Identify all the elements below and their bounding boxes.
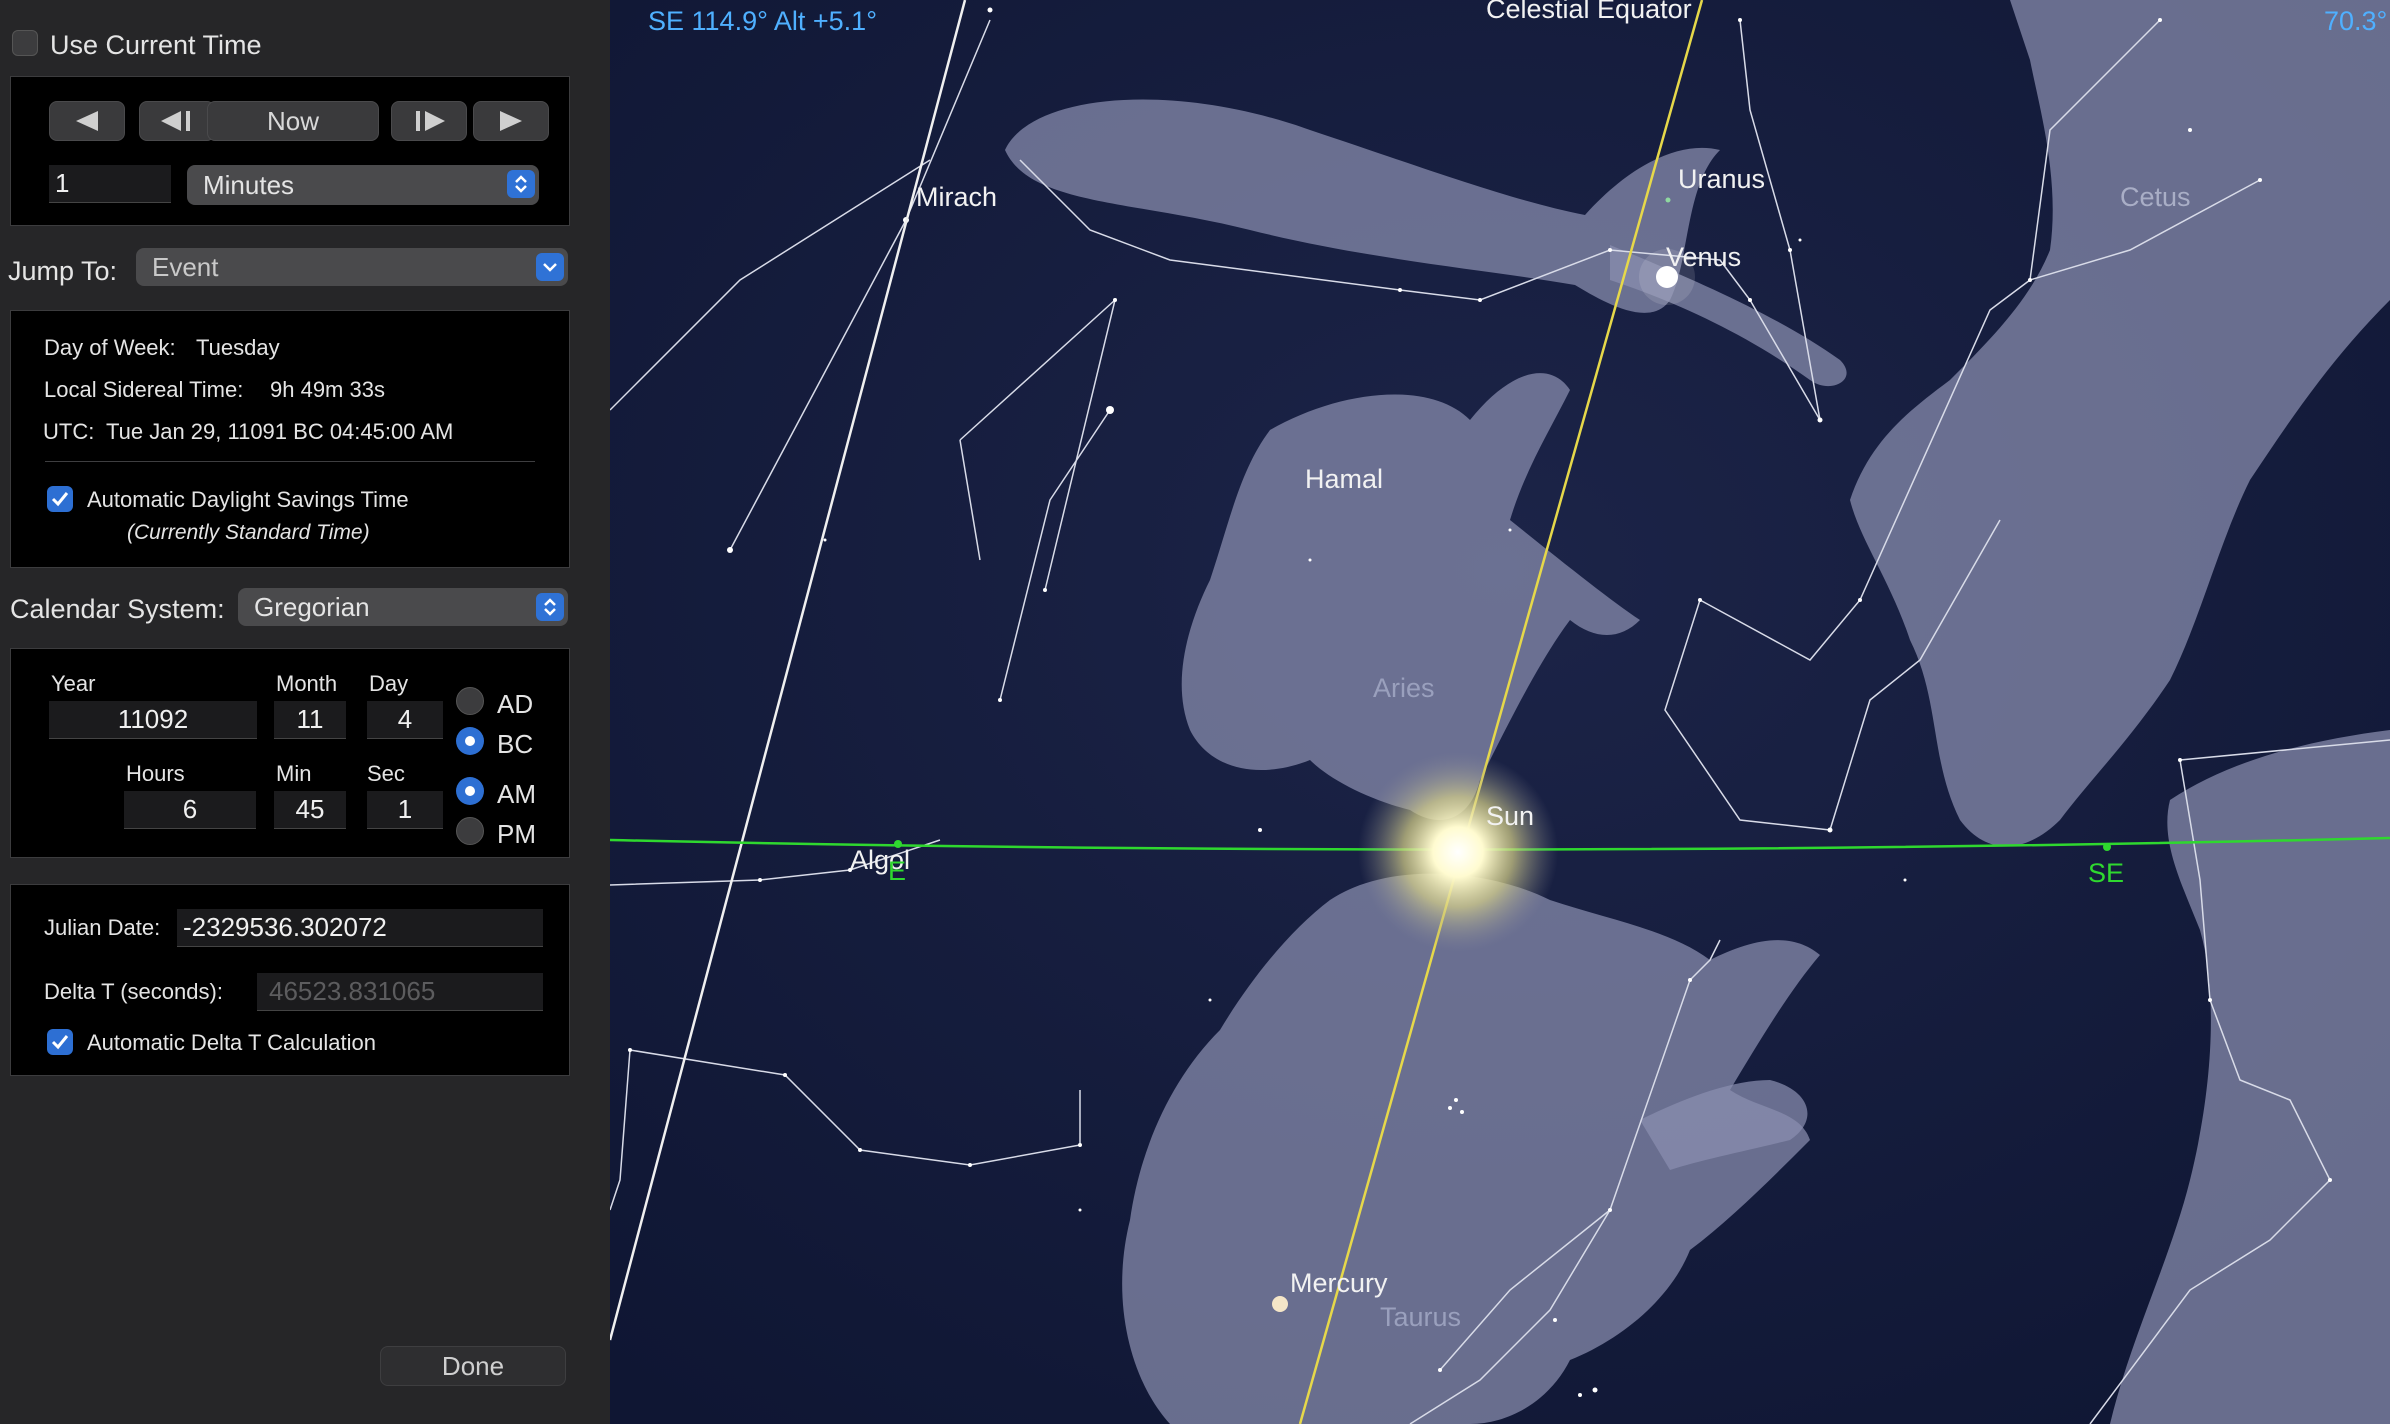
auto-dst-label: Automatic Daylight Savings Time [87, 487, 409, 512]
day-of-week-value: Tuesday [196, 335, 280, 360]
up-down-chevron-icon [536, 593, 564, 621]
southeast-label: SE [2088, 858, 2124, 888]
step-amount-input[interactable]: 1 [49, 165, 171, 203]
use-current-time-checkbox[interactable] [12, 30, 38, 56]
am-radio[interactable] [456, 777, 484, 805]
day-of-week-label: Day of Week: [44, 335, 176, 360]
sun-marker[interactable] [1358, 752, 1558, 952]
checkmark-icon [51, 1035, 69, 1050]
bc-radio[interactable] [456, 727, 484, 755]
time-flow-sidebar: Use Current Time Now 1 Minutes Jump To: … [0, 0, 610, 1424]
uranus-label: Uranus [1678, 164, 1765, 194]
up-down-chevron-icon [507, 170, 535, 198]
chevron-down-icon [536, 253, 564, 281]
step-forward-icon [416, 111, 445, 131]
use-current-time-label: Use Current Time [50, 30, 262, 60]
hours-label: Hours [126, 761, 185, 786]
sidereal-time-label: Local Sidereal Time: [44, 377, 244, 402]
dst-status-note: (Currently Standard Time) [127, 521, 370, 544]
bc-label: BC [497, 729, 534, 759]
hours-input[interactable]: 6 [124, 791, 256, 829]
sec-input[interactable]: 1 [367, 791, 443, 829]
calendar-system-label: Calendar System: [10, 594, 225, 624]
mercury-label: Mercury [1290, 1268, 1388, 1298]
step-unit-value: Minutes [203, 169, 295, 200]
day-label: Day [369, 671, 409, 696]
celestial-equator-label: Celestial Equator [1486, 0, 1692, 24]
divider [45, 461, 535, 462]
year-input[interactable]: 11092 [49, 701, 257, 739]
southeast-marker [2103, 843, 2111, 851]
mirach-label: Mirach [916, 182, 997, 212]
auto-delta-t-label: Automatic Delta T Calculation [87, 1030, 376, 1055]
auto-delta-t-checkbox[interactable] [47, 1029, 73, 1055]
hamal-label: Hamal [1305, 464, 1383, 494]
sun-label: Sun [1486, 801, 1534, 831]
sidereal-time-value: 9h 49m 33s [270, 377, 385, 402]
utc-value: Tue Jan 29, 11091 BC 04:45:00 AM [106, 419, 454, 444]
jump-to-value: Event [152, 251, 219, 282]
day-input[interactable]: 4 [367, 701, 443, 739]
done-button[interactable]: Done [380, 1346, 566, 1386]
mercury-marker[interactable] [1272, 1296, 1288, 1312]
pm-radio[interactable] [456, 817, 484, 845]
pm-label: PM [497, 819, 536, 849]
cetus-label: Cetus [2120, 182, 2191, 212]
ad-label: AD [497, 689, 534, 719]
min-input[interactable]: 45 [274, 791, 346, 829]
min-label: Min [276, 761, 312, 786]
julian-date-input[interactable]: -2329536.302072 [177, 909, 543, 947]
step-backward-icon [161, 111, 190, 131]
delta-t-input: 46523.831065 [257, 973, 543, 1011]
field-of-view-readout: 70.3° [2324, 6, 2387, 36]
delta-t-label: Delta T (seconds): [44, 979, 223, 1004]
time-step-panel: Now 1 Minutes [10, 76, 570, 226]
julian-date-panel: Julian Date: -2329536.302072 Delta T (se… [10, 884, 570, 1076]
sky-canvas[interactable]: Mirach Uranus Venus Hamal Aries Sun Algo… [610, 0, 2390, 1424]
sec-label: Sec [367, 761, 405, 786]
taurus-label: Taurus [1380, 1302, 1461, 1332]
date-entry-panel: Year Month Day 11092 11 4 AD BC Hours Mi… [10, 648, 570, 858]
pointer-coordinates-readout: SE 114.9° Alt +5.1° [648, 6, 877, 36]
play-forward-icon [500, 111, 522, 131]
month-input[interactable]: 11 [274, 701, 346, 739]
step-backward-button[interactable] [49, 101, 125, 141]
ad-radio[interactable] [456, 687, 484, 715]
month-label: Month [276, 671, 338, 696]
step-forward-button[interactable] [473, 101, 549, 141]
single-step-forward-button[interactable] [391, 101, 467, 141]
play-backward-icon [76, 111, 98, 131]
jump-to-label: Jump To: [8, 256, 118, 286]
single-step-backward-button[interactable] [139, 101, 215, 141]
jump-to-select[interactable]: Event [136, 248, 568, 286]
year-label: Year [51, 671, 96, 696]
utc-label: UTC: [43, 419, 95, 444]
sky-chart-view[interactable]: Mirach Uranus Venus Hamal Aries Sun Algo… [610, 0, 2390, 1424]
date-info-panel: Day of Week: Tuesday Local Sidereal Time… [10, 310, 570, 568]
am-label: AM [497, 779, 536, 809]
now-button[interactable]: Now [207, 101, 379, 141]
uranus-marker[interactable] [1665, 197, 1671, 203]
julian-date-label: Julian Date: [44, 915, 161, 940]
east-label: E [888, 856, 906, 886]
auto-dst-checkbox[interactable] [47, 486, 73, 512]
step-unit-select[interactable]: Minutes [187, 165, 539, 205]
aries-label: Aries [1373, 673, 1435, 703]
calendar-system-select[interactable]: Gregorian [238, 588, 568, 626]
venus-label: Venus [1666, 242, 1741, 272]
calendar-system-value: Gregorian [254, 591, 370, 622]
checkmark-icon [51, 492, 69, 507]
